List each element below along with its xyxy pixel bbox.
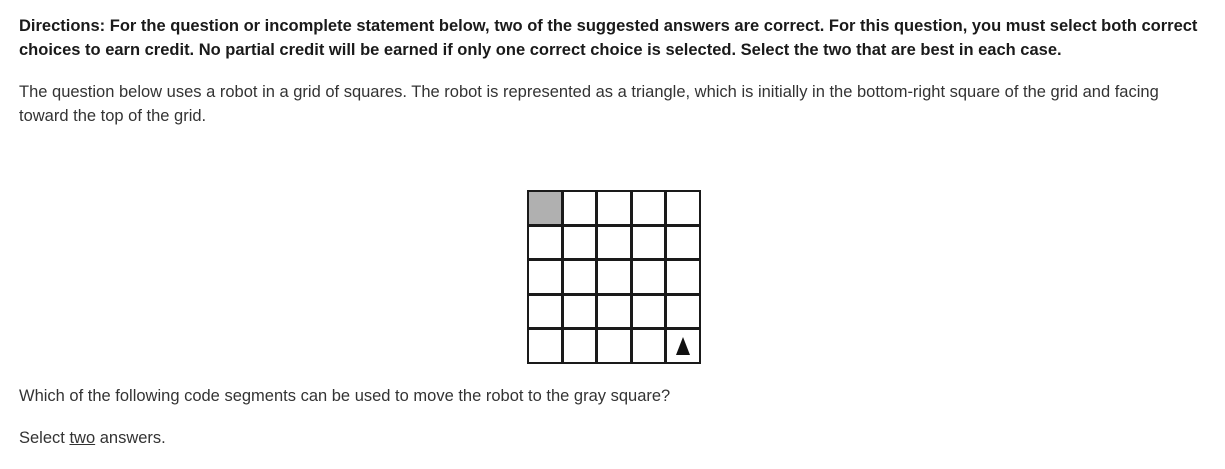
grid-cell <box>632 192 665 224</box>
grid-cell <box>632 226 665 259</box>
grid-cell <box>563 295 596 328</box>
grid-cell <box>632 330 665 362</box>
grid-cell <box>598 261 630 293</box>
grid-cell <box>632 261 665 293</box>
grid-cell <box>563 192 596 224</box>
grid-cell <box>598 226 630 259</box>
robot-grid <box>527 190 701 364</box>
robot-triangle-icon <box>676 337 691 356</box>
grid-cell <box>529 226 561 259</box>
grid-cell <box>529 330 561 362</box>
grid-cell <box>667 192 699 224</box>
gray-target-cell <box>529 192 561 224</box>
grid-cell <box>563 226 596 259</box>
grid-cell <box>667 330 699 362</box>
grid-cell <box>563 330 596 362</box>
robot-grid-figure <box>527 190 701 364</box>
grid-cell <box>598 330 630 362</box>
grid-cell <box>667 295 699 328</box>
grid-cell <box>632 295 665 328</box>
grid-cell <box>529 261 561 293</box>
instruction-prefix: Select <box>19 429 70 447</box>
instruction-suffix: answers. <box>95 429 166 447</box>
grid-cell <box>667 226 699 259</box>
instruction-text: Select two answers. <box>19 426 166 450</box>
question-text: Which of the following code segments can… <box>19 387 671 405</box>
instruction-emphasis: two <box>69 429 96 447</box>
directions-text: Directions: For the question or incomple… <box>19 17 1198 59</box>
grid-cell <box>598 192 630 224</box>
intro-text: The question below uses a robot in a gri… <box>19 83 1159 125</box>
grid-cell <box>529 295 561 328</box>
grid-cell <box>563 261 596 293</box>
grid-cell <box>667 261 699 293</box>
grid-cell <box>598 295 630 328</box>
